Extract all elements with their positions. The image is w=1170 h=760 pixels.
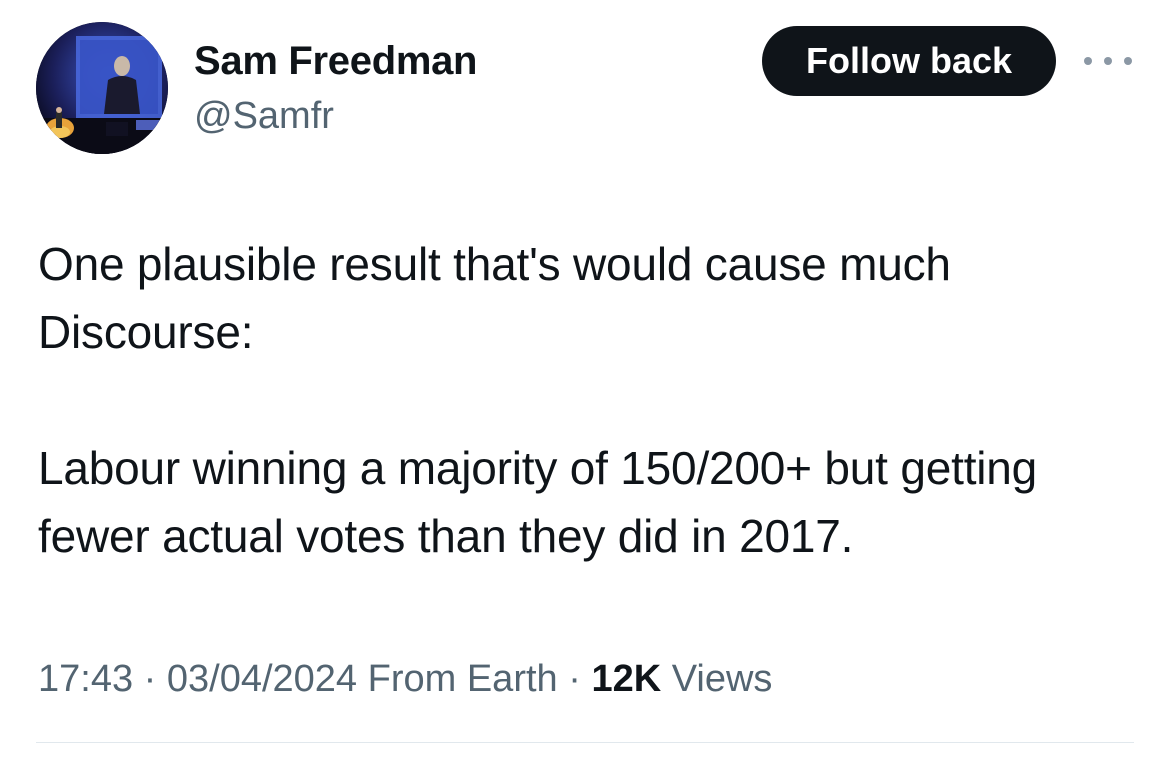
more-dot xyxy=(1124,57,1132,65)
more-options-icon[interactable] xyxy=(1084,46,1132,76)
more-dot xyxy=(1084,57,1092,65)
divider xyxy=(36,742,1134,743)
tweet-paragraph: Labour winning a majority of 150/200+ bu… xyxy=(38,442,1038,562)
more-dot xyxy=(1104,57,1112,65)
tweet-card: Sam Freedman @Samfr Follow back One plau… xyxy=(0,0,1170,760)
meta-separator: · xyxy=(568,658,581,700)
tweet-date[interactable]: 03/04/2024 xyxy=(167,658,357,700)
meta-separator: · xyxy=(143,658,157,700)
avatar[interactable] xyxy=(36,22,168,154)
tweet-source: From Earth xyxy=(367,658,558,700)
tweet-body: One plausible result that's would cause … xyxy=(38,230,1138,570)
views-count[interactable]: 12K xyxy=(591,658,661,700)
follow-back-button[interactable]: Follow back xyxy=(762,26,1056,96)
author-name[interactable]: Sam Freedman xyxy=(194,38,477,84)
tweet-meta: 17:43 · 03/04/2024 From Earth · 12K View… xyxy=(38,654,772,704)
avatar-image xyxy=(36,22,168,154)
tweet-paragraph: One plausible result that's would cause … xyxy=(38,238,951,358)
views-label[interactable]: Views xyxy=(672,658,773,700)
author-handle[interactable]: @Samfr xyxy=(194,94,334,138)
tweet-time[interactable]: 17:43 xyxy=(38,658,133,700)
